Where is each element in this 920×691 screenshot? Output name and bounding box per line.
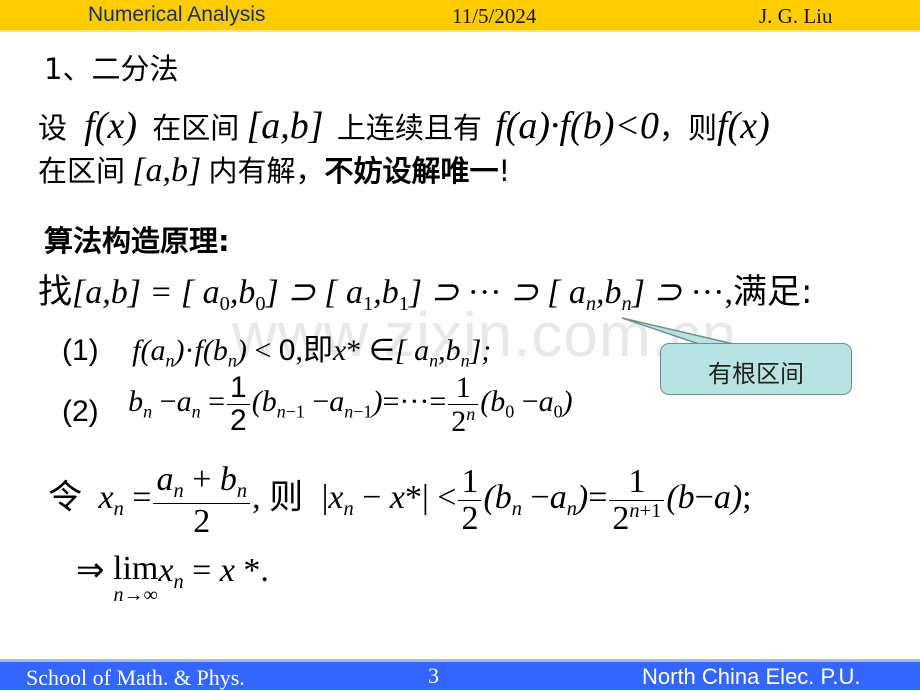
section-title: 1、二分法 [44, 52, 179, 86]
limit-line: ⇒ lim n→∞ xn = x *. [76, 550, 269, 607]
condition-1-ie: 即 [302, 333, 333, 368]
callout-text: 有根区间 [708, 360, 804, 388]
intro-in-interval: 在区间 [152, 111, 240, 145]
header-divider [0, 30, 920, 32]
let-label: 令 [48, 477, 82, 518]
footer-university: North China Elec. P.U. [642, 664, 861, 689]
course-title: Numerical Analysis [88, 3, 266, 26]
condition-2: (2) bn −an = 1 2 (bn−1 −an−1)=···= 1 2n (b0 −a… [62, 372, 573, 437]
intro-continuous: 上连续且有 [336, 111, 482, 145]
intro-line-1: 设 f(x) 在区间 [a,b] 上连续且有 f(a)·f(b)<0，则f(x) [38, 104, 770, 148]
intro-then: ，则 [658, 111, 717, 145]
condition-1-membership: x* ∈[ an,bn]; [332, 334, 492, 371]
function-fx: f(x) [84, 105, 137, 147]
intro-set: 设 [38, 111, 68, 145]
intro-exclaim: ! [498, 154, 511, 188]
interval-ab: [a,b] [246, 105, 324, 147]
limit-expr: xn = x *. [158, 552, 269, 594]
root-interval-callout: 有根区间 [660, 343, 852, 395]
principle-heading: 算法构造原理: [44, 224, 230, 258]
then-label: 则 [269, 477, 304, 518]
condition-1-label: (1) [62, 334, 99, 367]
header-date: 11/5/2024 [452, 4, 537, 28]
satisfy-label: 满足: [732, 272, 813, 312]
intro-assume-unique: 不妨设解唯一 [324, 154, 499, 188]
intro-line-2: 在区间 [a,b] 内有解，不妨设解唯一! [38, 148, 510, 190]
limit-operator: lim n→∞ [113, 550, 159, 606]
footer-bar: School of Math. & Phys. 3 North China El… [0, 662, 920, 690]
header-bar: Numerical Analysis 11/5/2024 J. G. Liu [0, 0, 920, 30]
function-fx-2: f(x) [717, 105, 770, 147]
condition-1-expr: f(an)·f(bn) < 0, [132, 334, 303, 371]
interval-ab-2: [a,b] [132, 152, 202, 189]
intro-in-interval-2: 在区间 [38, 154, 126, 188]
xn-definition: xn = an + bn 2, [98, 461, 261, 540]
let-line: 令 xn = an + bn 2, 则 |xn − x*| <1 2 (bn −an)=… [48, 462, 752, 539]
error-bound: |xn − x*| <1 2 (bn −an)= 1 2n+1 (b−a); [321, 463, 752, 538]
nested-intervals-line: 找[a,b] = [ a0,b0] ⊃ [ a1,b1] ⊃ ··· ⊃ [ a… [38, 264, 812, 316]
footer-school: School of Math. & Phys. [26, 665, 245, 690]
find-label: 找 [38, 272, 72, 312]
sign-condition: f(a)·f(b)<0 [495, 105, 659, 147]
page-number: 3 [428, 663, 439, 688]
condition-2-expr: bn −an = 1 2 (bn−1 −an−1)=···= 1 2n (b0 −a0) [128, 371, 573, 438]
implies-symbol: ⇒ [76, 552, 105, 589]
condition-2-label: (2) [62, 395, 99, 429]
nested-intervals-expr: [a,b] = [ a0,b0] ⊃ [ a1,b1] ⊃ ··· ⊃ [ an… [72, 274, 733, 316]
header-author: J. G. Liu [759, 4, 833, 28]
intro-has-solution: 内有解， [208, 154, 325, 188]
condition-1: (1) f(an)·f(bn) < 0,即x* ∈[ an,bn]; [62, 325, 491, 371]
